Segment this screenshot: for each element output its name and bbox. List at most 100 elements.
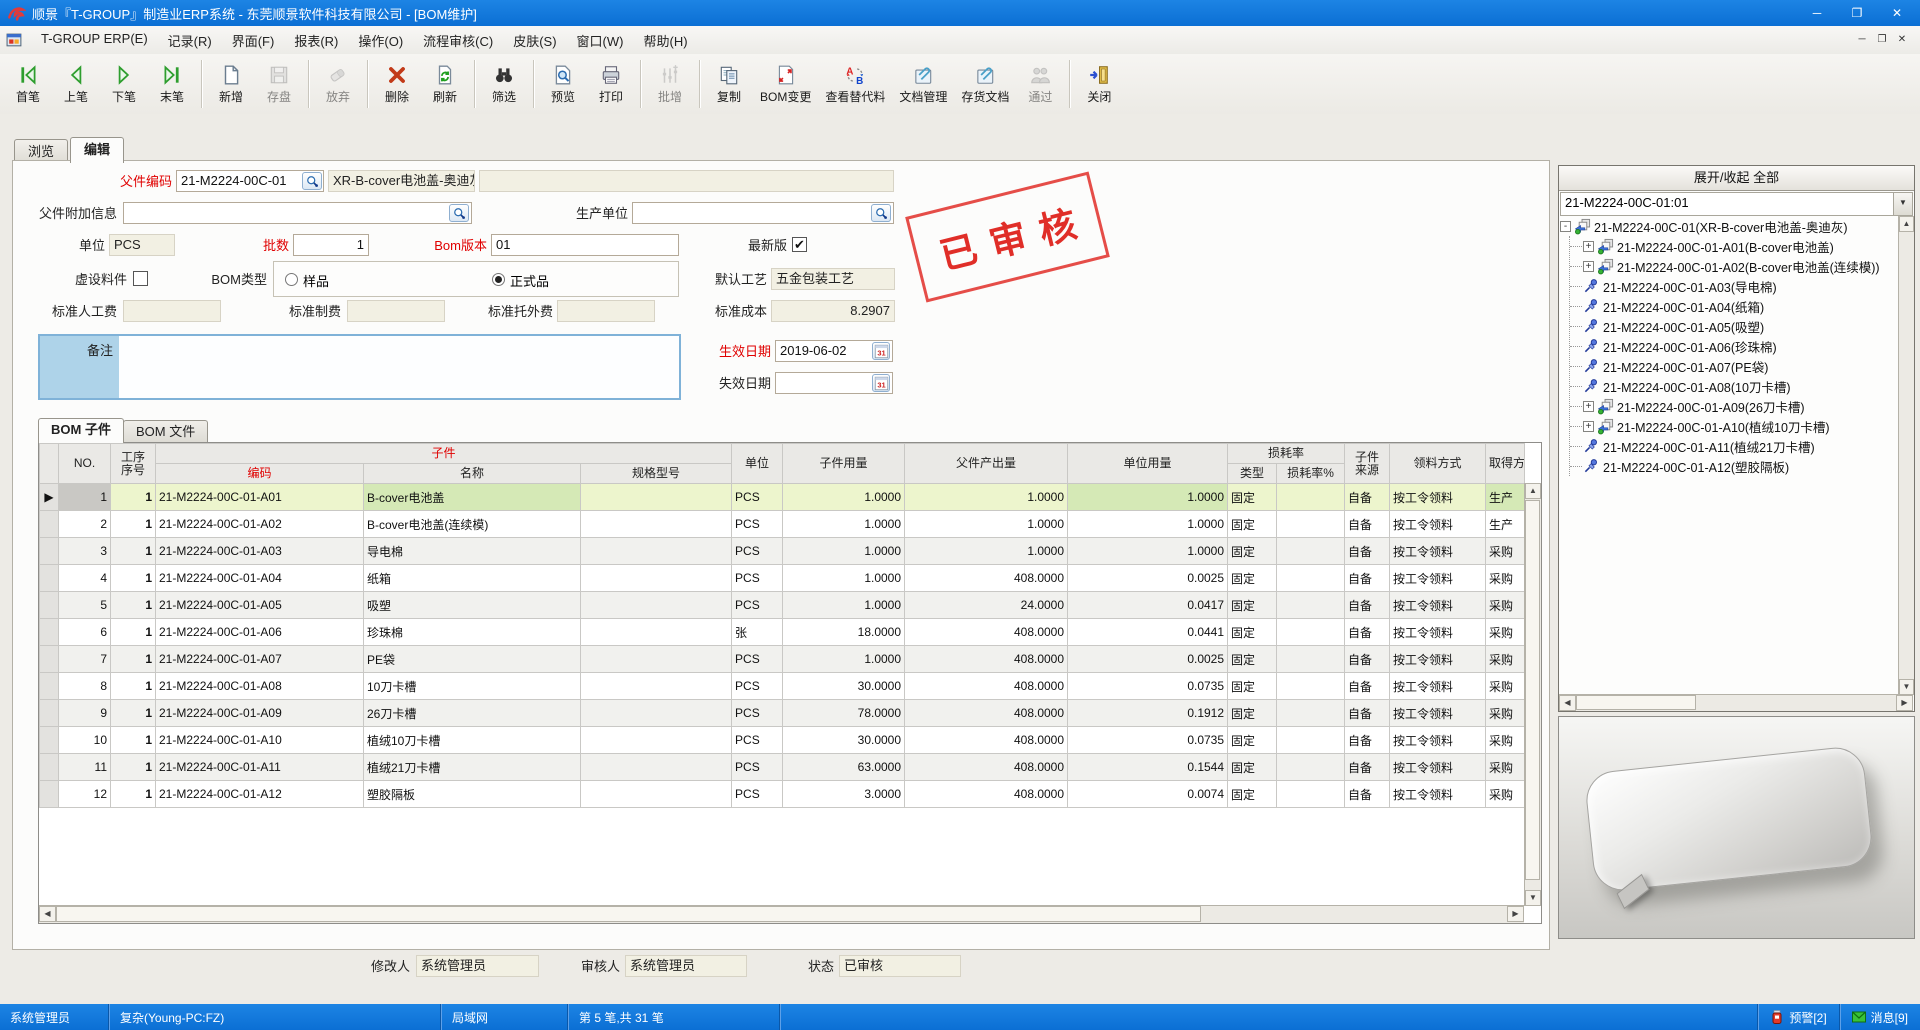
menu-item[interactable]: 记录(R) [158, 27, 222, 54]
column-header-loss-type[interactable]: 类型 [1228, 464, 1277, 484]
menu-item[interactable]: T-GROUP ERP(E) [31, 27, 158, 54]
row-indicator[interactable] [40, 727, 59, 754]
table-row[interactable]: 11121-M2224-00C-01-A11植绒21刀卡槽PCS63.00004… [40, 754, 1525, 781]
expand-icon[interactable]: + [1583, 241, 1594, 252]
column-group-loss[interactable]: 损耗率 [1228, 444, 1345, 464]
table-row[interactable]: 12121-M2224-00C-01-A12塑胶隔板PCS3.0000408.0… [40, 781, 1525, 808]
column-header-child-source[interactable]: 子件来源 [1345, 444, 1390, 484]
collapse-icon[interactable]: - [1560, 221, 1571, 232]
inventory-doc-button[interactable]: 存货文档 [954, 54, 1016, 114]
last-record-button[interactable]: 末笔 [148, 54, 196, 114]
column-header-spec[interactable]: 规格型号 [581, 464, 732, 484]
expand-icon[interactable]: + [1583, 421, 1594, 432]
column-header-unit[interactable]: 单位 [732, 444, 783, 484]
column-header-parent-output[interactable]: 父件产出量 [905, 444, 1068, 484]
tree-item[interactable]: +21-M2224-00C-01-A01(B-cover电池盖) [1570, 236, 1898, 256]
tree-item[interactable]: +21-M2224-00C-01-A09(26刀卡槽) [1570, 396, 1898, 416]
row-indicator[interactable] [40, 619, 59, 646]
first-record-button[interactable]: 首笔 [4, 54, 52, 114]
table-row[interactable]: 5121-M2224-00C-01-A05吸塑PCS1.000024.00000… [40, 592, 1525, 619]
row-indicator-header[interactable] [40, 444, 59, 484]
row-indicator[interactable] [40, 646, 59, 673]
row-indicator[interactable] [40, 673, 59, 700]
column-header-no[interactable]: NO. [59, 444, 111, 484]
maximize-button[interactable]: ❐ [1840, 3, 1874, 23]
tree-horizontal-scrollbar[interactable]: ◀ ▶ [1559, 694, 1913, 711]
expand-icon[interactable]: + [1583, 261, 1594, 272]
table-row[interactable]: 10121-M2224-00C-01-A10植绒10刀卡槽PCS30.00004… [40, 727, 1525, 754]
row-indicator[interactable] [40, 592, 59, 619]
column-header-acquire[interactable]: 取得方式 [1486, 444, 1525, 484]
table-row[interactable]: 8121-M2224-00C-01-A0810刀卡槽PCS30.0000408.… [40, 673, 1525, 700]
row-indicator[interactable] [40, 538, 59, 565]
column-header-unit-qty[interactable]: 单位用量 [1068, 444, 1228, 484]
menu-item[interactable]: 报表(R) [284, 27, 348, 54]
tree-item[interactable]: 21-M2224-00C-01-A04(纸箱) [1570, 296, 1898, 316]
copy-button[interactable]: 复制 [705, 54, 753, 114]
parent-extra-input[interactable] [123, 202, 472, 224]
print-button[interactable]: 打印 [587, 54, 635, 114]
tree-vertical-scrollbar[interactable]: ▲ ▼ [1898, 216, 1914, 695]
bom-type-sample-radio[interactable] [285, 273, 298, 286]
tree-item[interactable]: 21-M2224-00C-01-A11(植绒21刀卡槽) [1570, 436, 1898, 456]
tree-item[interactable]: 21-M2224-00C-01-A07(PE袋) [1570, 356, 1898, 376]
table-row[interactable]: 2121-M2224-00C-01-A02B-cover电池盖(连续模)PCS1… [40, 511, 1525, 538]
menu-item[interactable]: 皮肤(S) [503, 27, 566, 54]
mdi-close-button[interactable]: ✕ [1892, 32, 1912, 48]
column-header-child-qty[interactable]: 子件用量 [783, 444, 905, 484]
tree-item[interactable]: 21-M2224-00C-01-A05(吸塑) [1570, 316, 1898, 336]
row-indicator[interactable] [40, 565, 59, 592]
table-row[interactable]: 4121-M2224-00C-01-A04纸箱PCS1.0000408.0000… [40, 565, 1525, 592]
latest-version-checkbox[interactable]: ✔ [792, 237, 807, 252]
column-header-name[interactable]: 名称 [364, 464, 581, 484]
row-indicator[interactable]: ▶ [40, 484, 59, 511]
filter-button[interactable]: 筛选 [480, 54, 528, 114]
parent-code-search-icon[interactable] [302, 172, 322, 190]
bom-change-button[interactable]: BOM变更 [753, 54, 818, 114]
table-row[interactable]: 6121-M2224-00C-01-A06珍珠棉张18.0000408.0000… [40, 619, 1525, 646]
tree-item[interactable]: 21-M2224-00C-01-A12(塑胶隔板) [1570, 456, 1898, 476]
row-indicator[interactable] [40, 511, 59, 538]
tree-item[interactable]: -21-M2224-00C-01(XR-B-cover电池盖-奥迪灰) [1560, 216, 1898, 236]
tree-item[interactable]: 21-M2224-00C-01-A08(10刀卡槽) [1570, 376, 1898, 396]
refresh-button[interactable]: 刷新 [421, 54, 469, 114]
menu-item[interactable]: 帮助(H) [633, 27, 697, 54]
next-record-button[interactable]: 下笔 [100, 54, 148, 114]
mdi-restore-button[interactable]: ❐ [1872, 32, 1892, 48]
minimize-button[interactable]: ─ [1800, 3, 1834, 23]
column-header-loss-rate[interactable]: 损耗率% [1277, 464, 1345, 484]
tree-item[interactable]: +21-M2224-00C-01-A10(植绒10刀卡槽) [1570, 416, 1898, 436]
preview-button[interactable]: 预览 [539, 54, 587, 114]
column-header-op-seq[interactable]: 工序序号 [111, 444, 156, 484]
close-button[interactable]: ✕ [1880, 3, 1914, 23]
menu-item[interactable]: 流程审核(C) [413, 27, 503, 54]
add-new-button[interactable]: 新增 [207, 54, 255, 114]
virtual-part-checkbox[interactable] [133, 271, 148, 286]
batch-input[interactable]: 1 [293, 234, 369, 256]
view-substitutes-button[interactable]: AB查看替代料 [818, 54, 892, 114]
parent-extra-search-icon[interactable] [449, 204, 469, 222]
mdi-minimize-button[interactable]: ─ [1852, 32, 1872, 48]
tree-item[interactable]: 21-M2224-00C-01-A06(珍珠棉) [1570, 336, 1898, 356]
bom-type-formal-radio[interactable] [492, 273, 505, 286]
alert-status[interactable]: 预警[2] [1759, 1004, 1838, 1030]
menu-item[interactable]: 界面(F) [222, 27, 285, 54]
table-vertical-scrollbar[interactable]: ▲ ▼ [1524, 483, 1541, 906]
row-indicator[interactable] [40, 754, 59, 781]
effective-date-calendar-icon[interactable]: 31 [872, 342, 890, 360]
prod-unit-search-icon[interactable] [871, 204, 891, 222]
menu-item[interactable]: 操作(O) [348, 27, 413, 54]
column-group-child[interactable]: 子件 [156, 444, 732, 464]
table-horizontal-scrollbar[interactable]: ◀ ▶ [39, 905, 1524, 923]
table-row[interactable]: ▶1121-M2224-00C-01-A01B-cover电池盖PCS1.000… [40, 484, 1525, 511]
remark-textarea[interactable] [119, 336, 679, 398]
document-manage-button[interactable]: 文档管理 [892, 54, 954, 114]
tree-item[interactable]: 21-M2224-00C-01-A03(导电棉) [1570, 276, 1898, 296]
delete-button[interactable]: 删除 [373, 54, 421, 114]
subtab-bom-children[interactable]: BOM 子件 [38, 418, 124, 443]
menu-item[interactable]: 窗口(W) [567, 27, 634, 54]
tree-expand-toggle[interactable]: 展开/收起 全部 [1559, 166, 1914, 191]
table-row[interactable]: 9121-M2224-00C-01-A0926刀卡槽PCS78.0000408.… [40, 700, 1525, 727]
subtab-bom-files[interactable]: BOM 文件 [123, 420, 208, 443]
tab-edit[interactable]: 编辑 [70, 137, 124, 163]
